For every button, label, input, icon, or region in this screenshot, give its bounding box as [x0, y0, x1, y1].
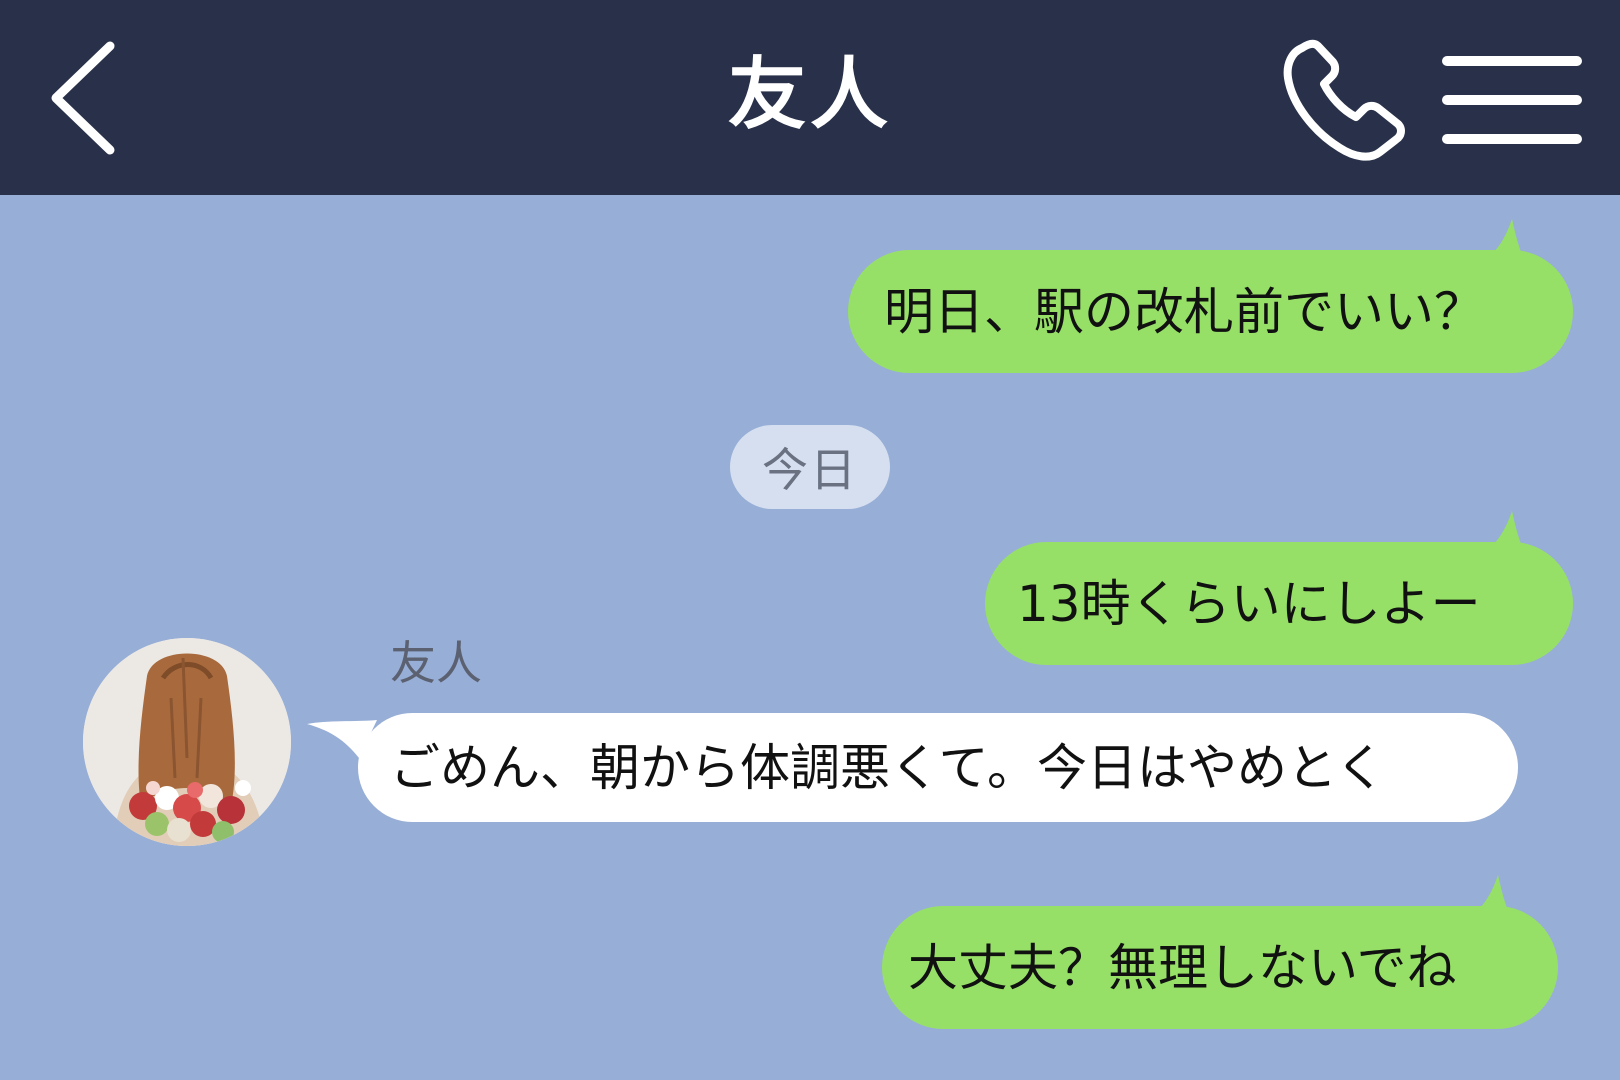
date-separator: 今日 — [730, 425, 890, 509]
message-text: 13時くらいにしよー — [1017, 574, 1481, 633]
chat-header: 友人 — [0, 0, 1620, 195]
bubble-tail — [307, 720, 377, 758]
incoming-message[interactable]: ごめん、朝から体調悪くて。今日はやめとく — [358, 713, 1518, 822]
bubble-tail — [1472, 219, 1528, 267]
avatar-photo — [83, 638, 291, 846]
chat-title: 友人 — [727, 50, 892, 140]
chevron-left-icon — [51, 41, 115, 155]
contact-avatar[interactable] — [83, 638, 291, 846]
message-text: 大丈夫？無理しないでね — [908, 938, 1457, 997]
bubble-tail — [1472, 511, 1528, 559]
message-text: ごめん、朝から体調悪くて。今日はやめとく — [390, 738, 1386, 797]
outgoing-message[interactable]: 明日、駅の改札前でいい？ — [848, 250, 1573, 373]
call-button[interactable] — [1280, 38, 1415, 166]
hamburger-menu-icon — [1442, 56, 1582, 144]
chat-area[interactable]: 明日、駅の改札前でいい？ 今日 13時くらいにしよー 友人 ごめん、朝から体調悪… — [0, 195, 1620, 1080]
phone-icon — [1283, 39, 1405, 161]
message-text: 明日、駅の改札前でいい？ — [884, 282, 1484, 341]
back-button[interactable] — [40, 38, 130, 158]
bubble-tail — [1458, 875, 1514, 923]
menu-button[interactable] — [1440, 50, 1585, 150]
sender-name: 友人 — [390, 636, 482, 690]
